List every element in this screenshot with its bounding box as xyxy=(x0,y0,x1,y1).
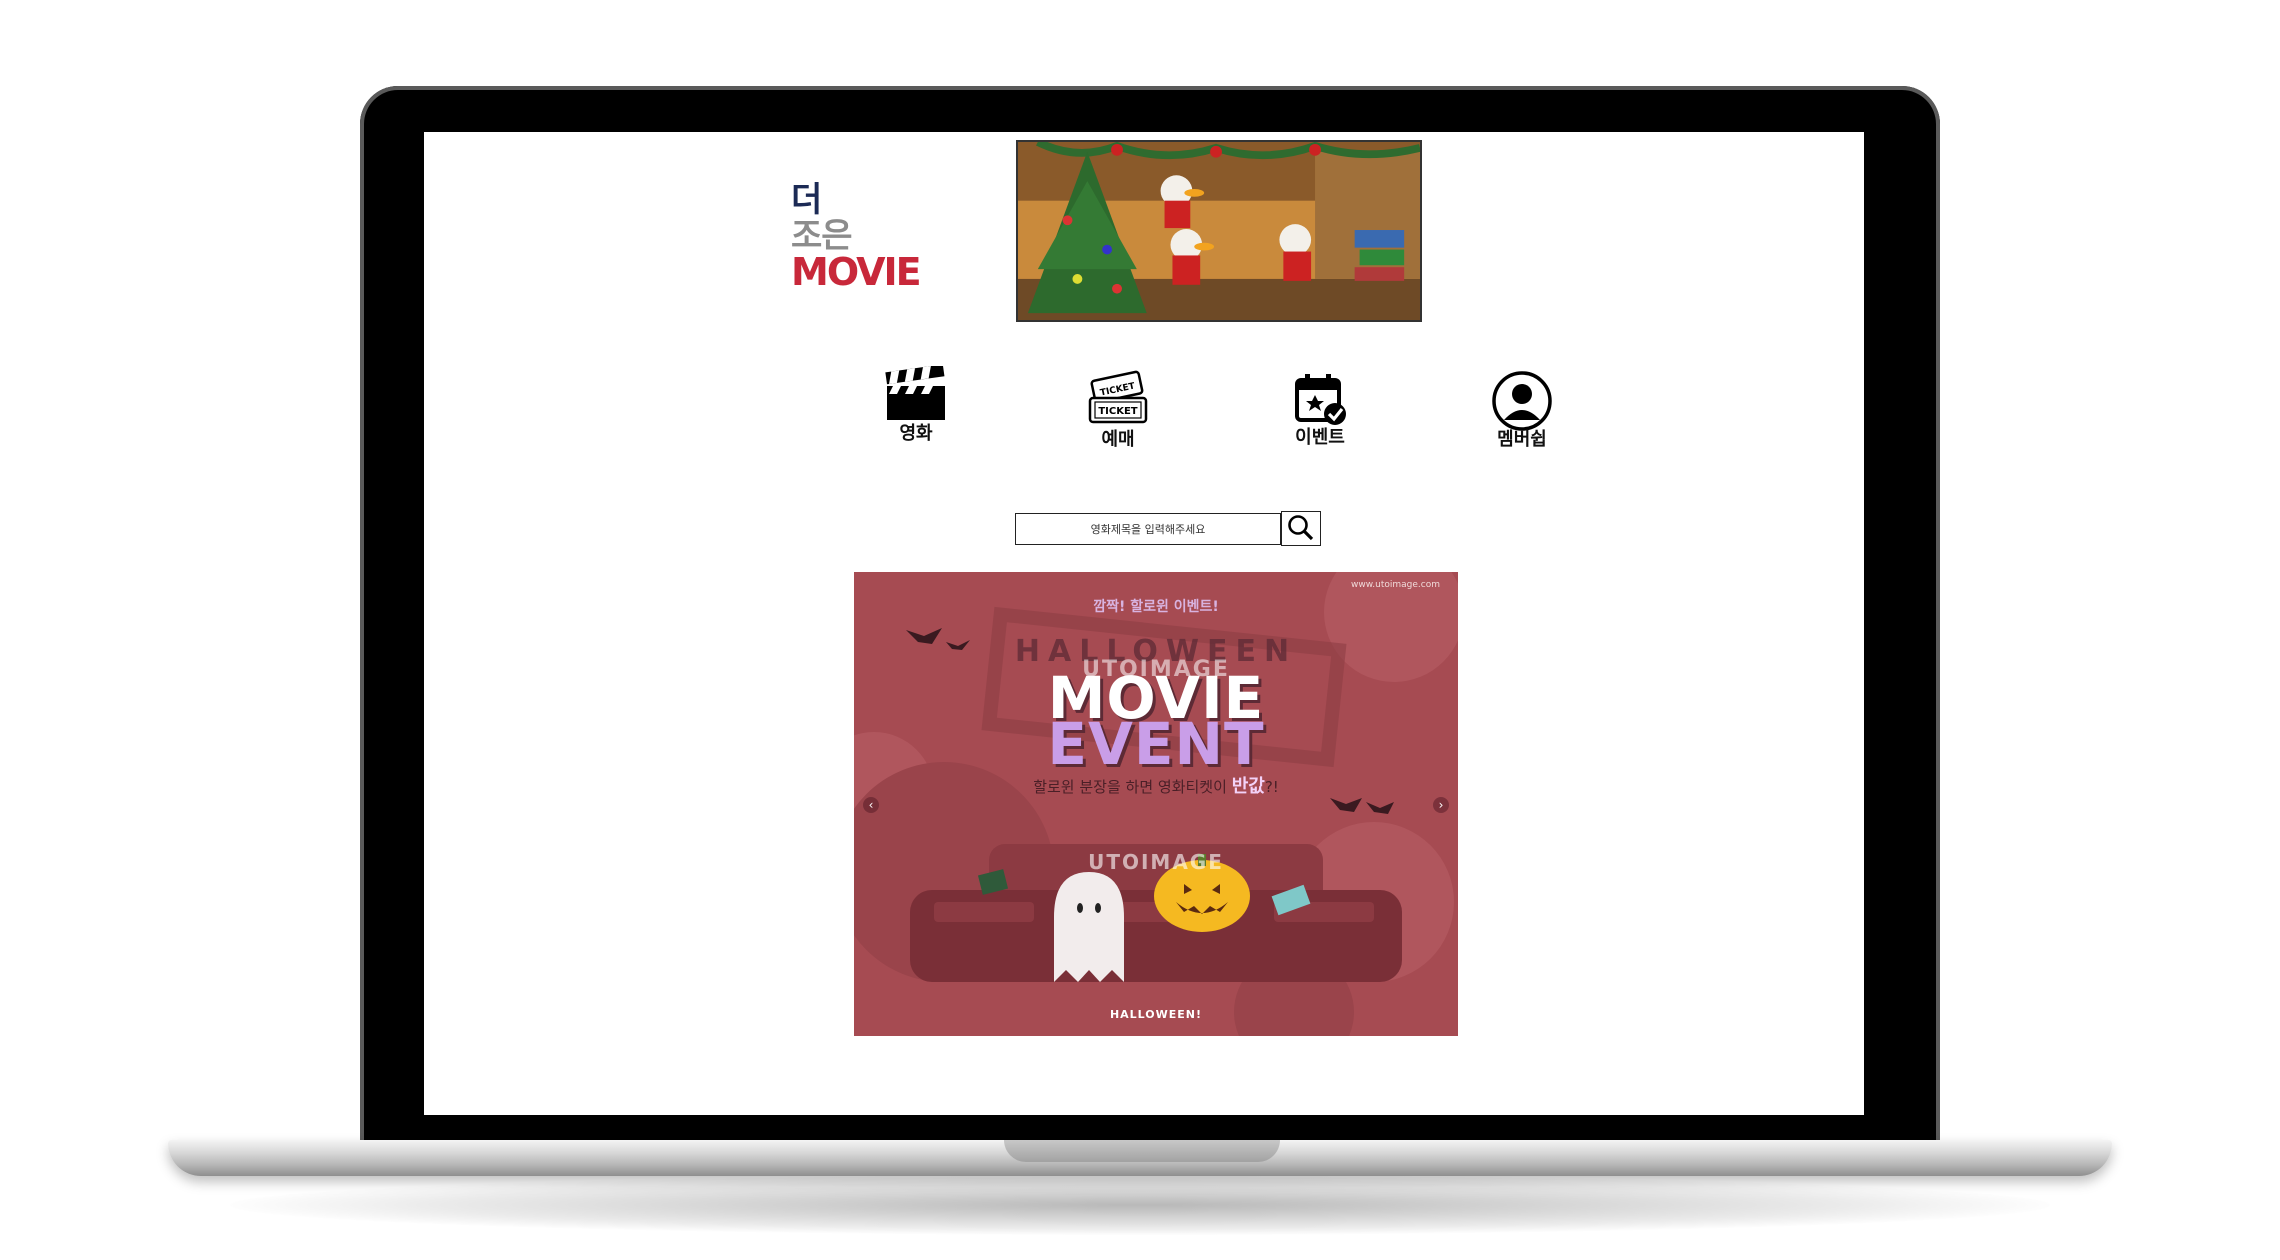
event-banner-watermark-2: UTOIMAGE xyxy=(1088,850,1224,874)
header-banner-image[interactable] xyxy=(1016,140,1422,322)
event-banner-slider[interactable]: www.utoimage.com 깜짝! 할로윈 이벤트! HALLOWEEN … xyxy=(854,572,1458,1036)
nav-label-event: 이벤트 xyxy=(1295,427,1345,448)
site-logo[interactable]: 더 조은 MOVIE xyxy=(791,182,941,292)
ticket-icon: TICKET TICKET xyxy=(1088,370,1148,424)
nav-item-movie[interactable]: 영화 xyxy=(856,366,976,444)
event-banner-subtitle: 할로윈 분장을 하면 영화티켓이 반값?! xyxy=(1033,776,1279,797)
nav-label-booking: 예매 xyxy=(1101,429,1135,450)
nav-label-membership: 멤버쉽 xyxy=(1497,429,1547,450)
event-banner-url: www.utoimage.com xyxy=(1351,580,1440,590)
search-icon xyxy=(1288,515,1314,541)
slider-next-arrow-icon[interactable]: › xyxy=(1433,797,1449,813)
laptop-shadow xyxy=(230,1175,2050,1235)
nav-item-booking[interactable]: TICKET TICKET 예매 xyxy=(1058,370,1178,450)
logo-line-2: 조은 xyxy=(791,216,853,256)
event-banner-title-event: EVENT xyxy=(1047,710,1265,778)
bat-icon xyxy=(1330,798,1362,812)
clapperboard-icon xyxy=(885,366,945,420)
logo-line-3: MOVIE xyxy=(791,250,922,294)
svg-text:TICKET: TICKET xyxy=(1098,406,1137,417)
bat-icon xyxy=(1366,802,1394,814)
logo-line-1: 더 xyxy=(791,180,822,220)
nav-item-membership[interactable]: 멤버쉽 xyxy=(1462,370,1582,450)
user-profile-icon xyxy=(1492,371,1552,431)
calendar-check-icon xyxy=(1295,374,1346,425)
christmas-scene-illustration xyxy=(1018,142,1420,320)
search-input[interactable] xyxy=(1015,513,1281,545)
slider-prev-arrow-icon[interactable]: ‹ xyxy=(863,797,879,813)
nav-item-event[interactable]: 이벤트 xyxy=(1260,370,1380,448)
nav-label-movie: 영화 xyxy=(899,423,933,444)
event-banner-footer: HALLOWEEN! xyxy=(1109,1008,1203,1021)
event-banner-kicker: 깜짝! 할로윈 이벤트! xyxy=(1093,599,1219,615)
laptop-notch xyxy=(1004,1140,1280,1162)
search-button[interactable] xyxy=(1281,511,1321,546)
event-banner-subtitle-highlight: 반값 xyxy=(1231,776,1265,797)
laptop-screen: 더 조은 MOVIE 영화 TICKET TICKET 예매 이벤트 멤버쉽 영… xyxy=(424,132,1864,1115)
